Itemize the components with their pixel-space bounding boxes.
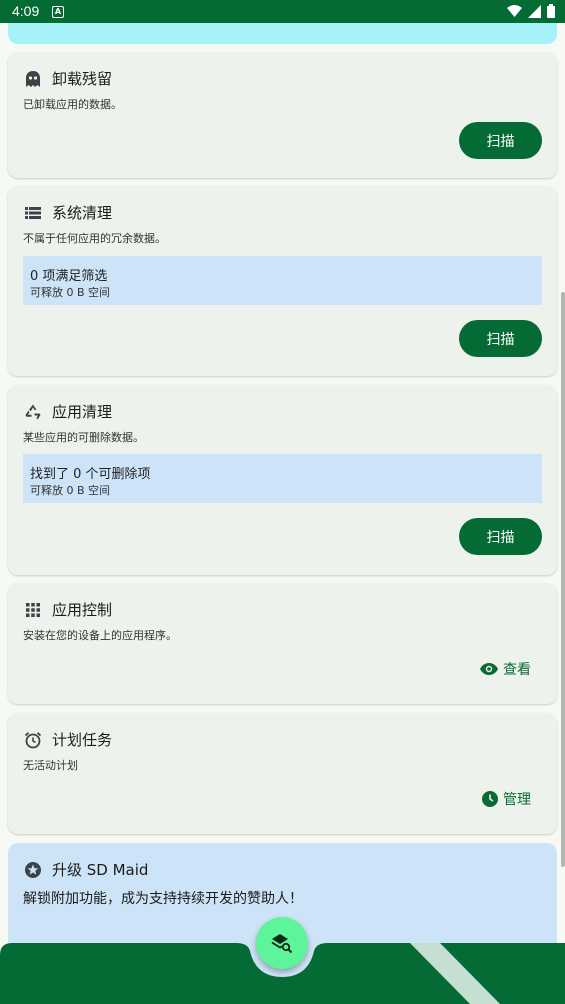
app-cleaner-card: 应用清理 某些应用的可删除数据。 找到了 0 个可删除项 可释放 0 B 空间 … [8,385,557,575]
card-title: 卸载残留 [52,70,113,88]
star-badge-icon [25,861,41,878]
card-subtitle: 某些应用的可删除数据。 [23,431,144,444]
clock-icon [482,791,498,807]
card-title: 计划任务 [52,731,113,749]
card-title: 应用清理 [52,403,113,421]
card-subtitle: 不属于任何应用的冗余数据。 [23,232,166,245]
result-count: 找到了 0 个可删除项 [30,467,151,482]
result-space: 可释放 0 B 空间 [30,484,111,497]
card-title: 升级 SD Maid [52,861,149,879]
layers-search-icon [271,934,293,954]
system-cleaner-card: 系统清理 不属于任何应用的冗余数据。 0 项满足筛选 可释放 0 B 空间 扫描 [8,186,557,376]
list-icon [25,206,41,219]
card-subtitle: 已卸载应用的数据。 [23,98,122,111]
manage-button-label: 管理 [503,792,531,808]
scan-button[interactable]: 扫描 [459,518,542,555]
view-button[interactable]: 查看 [480,659,531,679]
status-bar: 4:09 A [0,0,565,23]
status-time: 4:09 [12,3,40,19]
scheduler-card: 计划任务 无活动计划 管理 [8,713,557,834]
uninstall-leftovers-card: 卸载残留 已卸载应用的数据。 扫描 [8,52,557,178]
card-title: 系统清理 [52,204,113,222]
grid-icon [26,602,40,617]
ghost-icon [26,70,40,87]
app-control-card: 应用控制 安装在您的设备上的应用程序。 查看 [8,583,557,704]
signal-icon [528,4,541,18]
card-title: 应用控制 [52,601,113,619]
scrollbar[interactable] [561,292,565,867]
previous-card-edge [8,23,557,44]
view-button-label: 查看 [503,662,531,678]
scan-button[interactable]: 扫描 [459,320,542,357]
battery-icon [547,4,555,18]
eye-icon [480,663,498,675]
recycle-icon [25,404,41,419]
result-summary: 0 项满足筛选 可释放 0 B 空间 [23,256,542,305]
quick-scan-fab[interactable] [256,917,308,969]
card-subtitle: 无活动计划 [23,759,78,772]
result-space: 可释放 0 B 空间 [30,286,111,299]
scan-button[interactable]: 扫描 [459,122,542,159]
upgrade-description: 解锁附加功能，成为支持持续开发的赞助人！ [23,891,303,907]
result-summary: 找到了 0 个可删除项 可释放 0 B 空间 [23,454,542,503]
manage-button[interactable]: 管理 [482,789,531,809]
alarm-clock-icon [24,731,42,748]
wifi-icon [507,4,522,17]
card-subtitle: 安装在您的设备上的应用程序。 [23,629,177,642]
notification-icon: A [52,6,64,18]
result-count: 0 项满足筛选 [30,269,108,284]
